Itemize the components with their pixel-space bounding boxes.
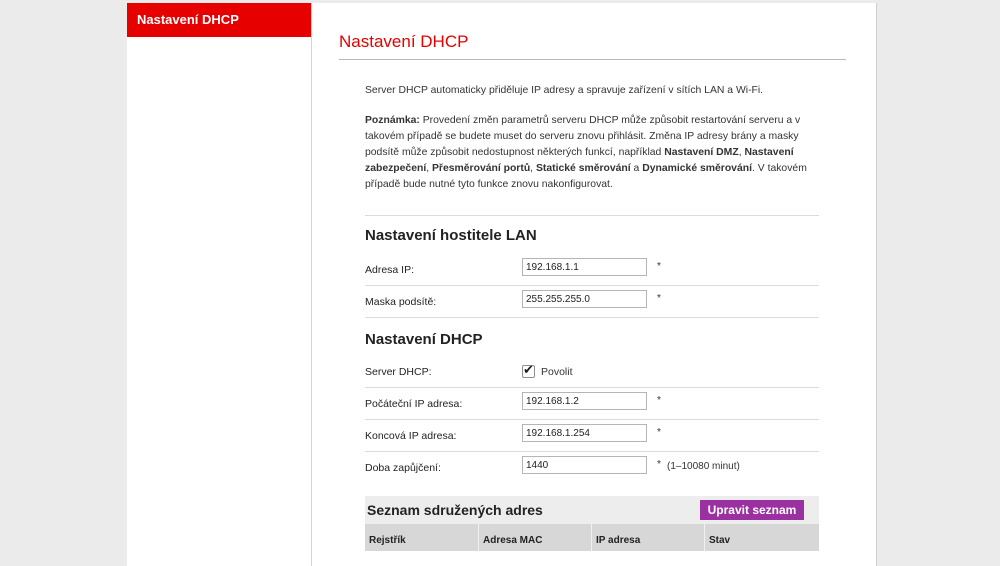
title-divider xyxy=(339,59,846,60)
required-mark: * xyxy=(657,293,661,304)
intro-text: Server DHCP automaticky přiděluje IP adr… xyxy=(365,85,764,96)
required-mark: * xyxy=(657,459,661,470)
note-link-dynamic-routing: Dynamické směrování xyxy=(642,163,752,174)
page-title: Nastavení DHCP xyxy=(339,32,469,51)
note-link-port-forwarding: Přesměrování portů xyxy=(432,163,531,174)
dhcp-enable-checkbox[interactable]: ✔ xyxy=(522,362,535,378)
address-pool-table-header: Rejstřík Adresa MAC IP adresa Stav xyxy=(365,524,819,551)
start-ip-input[interactable] xyxy=(522,392,647,410)
section-divider xyxy=(365,215,819,216)
column-header-ip[interactable]: IP adresa xyxy=(591,524,704,551)
note-link-dmz: Nastavení DMZ xyxy=(664,147,739,158)
dhcp-server-row: Server DHCP: ✔ Povolit xyxy=(365,356,819,388)
required-mark: * xyxy=(657,427,661,438)
column-header-index[interactable]: Rejstřík xyxy=(365,524,478,551)
note-link-static-routing: Statické směrování xyxy=(535,163,631,174)
start-ip-row: Počáteční IP adresa: * xyxy=(365,388,819,420)
checkmark-icon: ✔ xyxy=(523,362,534,377)
end-ip-label: Koncová IP adresa: xyxy=(365,430,457,442)
note-text: Poznámka: Provedení změn parametrů serve… xyxy=(365,113,819,193)
lan-section-title: Nastavení hostitele LAN xyxy=(365,227,537,244)
ip-address-input[interactable] xyxy=(522,258,647,276)
end-ip-input[interactable] xyxy=(522,424,647,442)
start-ip-label: Počáteční IP adresa: xyxy=(365,398,463,410)
ip-address-label: Adresa IP: xyxy=(365,264,415,276)
required-mark: * xyxy=(657,395,661,406)
address-pool-header: Seznam sdružených adres Upravit seznam xyxy=(365,496,819,524)
dhcp-section-title: Nastavení DHCP xyxy=(365,331,483,348)
address-pool-title: Seznam sdružených adres xyxy=(367,502,543,518)
column-header-mac[interactable]: Adresa MAC xyxy=(478,524,591,551)
content: Server DHCP automaticky přiděluje IP adr… xyxy=(365,83,819,551)
note-sep: a xyxy=(630,163,643,174)
ip-address-row: Adresa IP: * xyxy=(365,254,819,286)
column-header-status[interactable]: Stav xyxy=(704,524,819,551)
end-ip-row: Koncová IP adresa: * xyxy=(365,420,819,452)
edit-list-button[interactable]: Upravit seznam xyxy=(700,500,804,520)
sidebar-item-dhcp-settings[interactable]: Nastavení DHCP xyxy=(127,3,311,37)
lease-time-hint: (1–10080 minut) xyxy=(667,461,740,472)
lease-time-input[interactable] xyxy=(522,456,647,474)
lease-time-row: Doba zapůjčení: * (1–10080 minut) xyxy=(365,452,819,483)
main-panel: Nastavení DHCP Server DHCP automaticky p… xyxy=(339,3,847,566)
dhcp-enable-label: Povolit xyxy=(541,366,573,378)
subnet-mask-label: Maska podsítě: xyxy=(365,296,437,308)
dhcp-server-label: Server DHCP: xyxy=(365,366,432,378)
subnet-mask-row: Maska podsítě: * xyxy=(365,286,819,318)
required-mark: * xyxy=(657,261,661,272)
sidebar: Nastavení DHCP xyxy=(127,3,312,566)
lease-time-label: Doba zapůjčení: xyxy=(365,462,441,474)
subnet-mask-input[interactable] xyxy=(522,290,647,308)
note-label: Poznámka: xyxy=(365,115,420,126)
